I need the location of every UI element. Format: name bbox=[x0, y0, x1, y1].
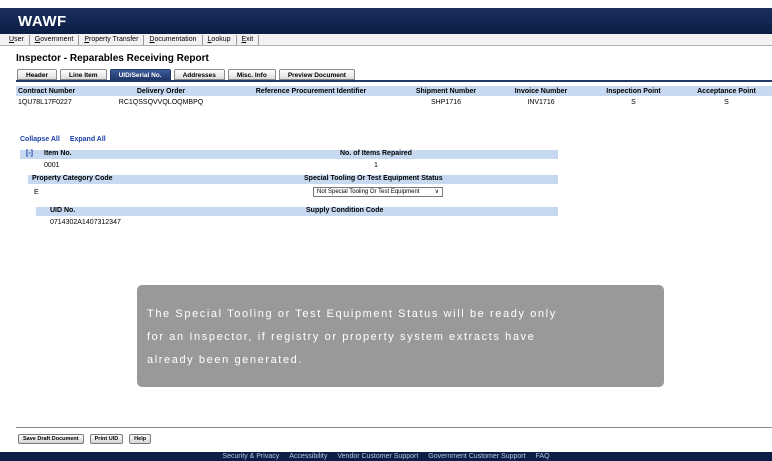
collapse-expand-links: Collapse All Expand All bbox=[20, 136, 106, 143]
app-header: WAWF bbox=[0, 8, 772, 34]
special-tooling-status-value: Not Special Tooling Or Test Equipment bbox=[317, 189, 420, 195]
tab-preview-document[interactable]: Preview Document bbox=[278, 69, 355, 80]
menu-bar: User Government Property Transfer Docume… bbox=[0, 34, 772, 46]
chevron-down-icon: ∨ bbox=[434, 189, 439, 195]
tab-addresses[interactable]: Addresses bbox=[173, 69, 225, 80]
inspection-point-value: S bbox=[631, 98, 636, 106]
page-title: Inspector - Reparables Receiving Report bbox=[16, 53, 209, 64]
item-no-label: Item No. bbox=[44, 150, 72, 157]
contract-number-value: 1QU78L17F0227 bbox=[18, 98, 72, 106]
document-header-table: Contract Number Delivery Order Reference… bbox=[16, 86, 772, 108]
delivery-order-value: RC1QSSQVVQLOQMBPQ bbox=[118, 98, 204, 106]
col-delivery-order: Delivery Order bbox=[96, 86, 226, 96]
callout-line-2: for an Inspector, if registry or propert… bbox=[147, 331, 536, 343]
tutorial-callout: The Special Tooling or Test Equipment St… bbox=[137, 285, 664, 387]
property-category-label: Property Category Code bbox=[32, 175, 113, 182]
uid-no-value: 0714302A1407312347 bbox=[50, 219, 121, 226]
footer-divider bbox=[16, 427, 772, 428]
reference-procurement-value bbox=[226, 96, 396, 108]
tab-misc-info[interactable]: Misc. Info bbox=[227, 69, 276, 80]
app-logo: WAWF bbox=[18, 13, 67, 30]
col-acceptance-point: Acceptance Point bbox=[681, 86, 772, 96]
expand-all-link[interactable]: Expand All bbox=[70, 136, 106, 143]
collapse-all-link[interactable]: Collapse All bbox=[20, 136, 60, 143]
col-inspection-point: Inspection Point bbox=[586, 86, 681, 96]
faq-link[interactable]: FAQ bbox=[536, 453, 550, 460]
tab-header[interactable]: Header bbox=[17, 69, 58, 80]
callout-line-3: already been generated. bbox=[147, 354, 304, 366]
accessibility-link[interactable]: Accessibility bbox=[289, 453, 327, 460]
property-header-band: Property Category Code Special Tooling O… bbox=[28, 175, 558, 184]
menu-user[interactable]: User bbox=[4, 34, 30, 45]
table-row: 1QU78L17F0227 RC1QSSQVVQLOQMBPQ SHP1716 … bbox=[16, 96, 772, 108]
supply-condition-label: Supply Condition Code bbox=[306, 207, 384, 214]
uid-no-label: UID No. bbox=[50, 207, 76, 214]
uid-header-band: UID No. Supply Condition Code bbox=[36, 207, 558, 216]
special-tooling-status-select[interactable]: Not Special Tooling Or Test Equipment ∨ bbox=[313, 187, 443, 197]
property-category-value: E bbox=[34, 189, 39, 196]
help-button[interactable]: Help bbox=[129, 434, 152, 444]
menu-property-transfer[interactable]: Property Transfer bbox=[79, 34, 145, 45]
bottom-link-bar: Security & Privacy Accessibility Vendor … bbox=[0, 452, 772, 461]
invoice-number-value: INV1716 bbox=[527, 98, 555, 106]
col-reference-procurement: Reference Procurement Identifier bbox=[226, 86, 396, 96]
items-repaired-value: 1 bbox=[374, 162, 378, 169]
print-uid-button[interactable]: Print UID bbox=[89, 434, 124, 444]
vendor-support-link[interactable]: Vendor Customer Support bbox=[337, 453, 418, 460]
shipment-number-value: SHP1716 bbox=[431, 98, 461, 106]
save-draft-button[interactable]: Save Draft Document bbox=[18, 434, 84, 444]
menu-exit[interactable]: Exit bbox=[237, 34, 260, 45]
tab-divider bbox=[16, 80, 772, 82]
items-repaired-label: No. of Items Repaired bbox=[340, 150, 412, 157]
table-header-row: Contract Number Delivery Order Reference… bbox=[16, 86, 772, 96]
acceptance-point-value: S bbox=[724, 98, 729, 106]
item-header-band: [-] Item No. No. of Items Repaired bbox=[20, 150, 558, 159]
footer-button-group: Save Draft Document Print UID Help bbox=[18, 434, 152, 444]
collapse-item-toggle[interactable]: [-] bbox=[26, 150, 33, 157]
item-no-value: 0001 bbox=[44, 162, 60, 169]
col-shipment-number: Shipment Number bbox=[396, 86, 496, 96]
security-privacy-link[interactable]: Security & Privacy bbox=[222, 453, 279, 460]
col-contract-number: Contract Number bbox=[16, 86, 96, 96]
government-support-link[interactable]: Government Customer Support bbox=[428, 453, 525, 460]
menu-government[interactable]: Government bbox=[30, 34, 80, 45]
menu-lookup[interactable]: Lookup bbox=[203, 34, 237, 45]
special-tooling-status-label: Special Tooling Or Test Equipment Status bbox=[304, 175, 443, 182]
tab-bar: Header Line Item UID/Serial No. Addresse… bbox=[17, 69, 355, 80]
menu-documentation[interactable]: Documentation bbox=[144, 34, 203, 45]
tab-line-item[interactable]: Line Item bbox=[60, 69, 107, 80]
col-invoice-number: Invoice Number bbox=[496, 86, 586, 96]
tab-uid-serial[interactable]: UID/Serial No. bbox=[109, 69, 171, 80]
callout-line-1: The Special Tooling or Test Equipment St… bbox=[147, 308, 557, 320]
